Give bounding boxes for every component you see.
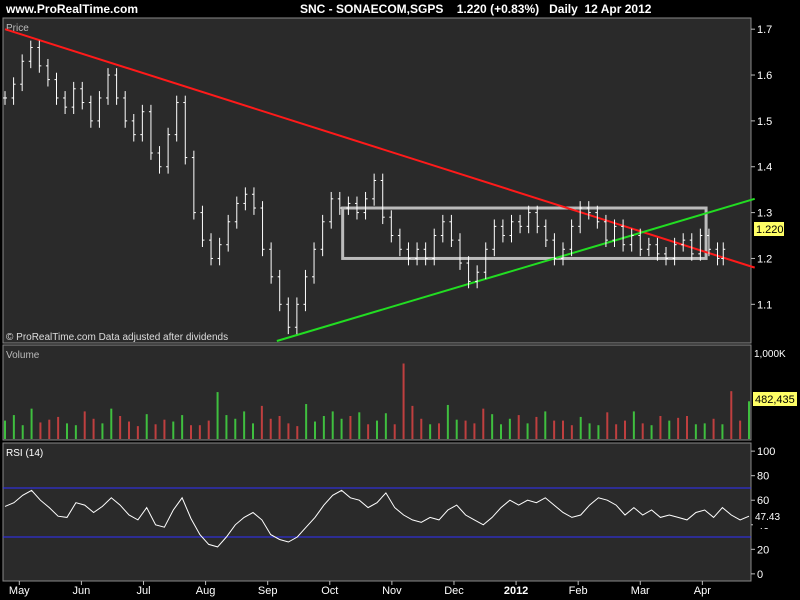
- price-tick-label: 1.7: [757, 24, 772, 36]
- volume-scale-label: 1,000K: [754, 349, 786, 360]
- x-tick-label: Apr: [694, 585, 711, 597]
- price-panel[interactable]: [2, 17, 752, 344]
- price-tick-label: 1.1: [757, 299, 772, 311]
- x-tick-label: Jul: [136, 585, 150, 597]
- rsi-panel-title: RSI (14): [6, 448, 43, 459]
- rsi-tick-label: 0: [757, 569, 763, 581]
- volume-last-label: 482,435: [755, 394, 795, 406]
- x-tick-label: Aug: [196, 585, 216, 597]
- x-tick-label: May: [9, 585, 30, 597]
- rsi-last-label: 47.43: [755, 512, 780, 523]
- price-tick-label: 1.2: [757, 253, 772, 265]
- rsi-tick-label: 100: [757, 446, 775, 458]
- price-tick-label: 1.3: [757, 208, 772, 220]
- volume-panel-title: Volume: [6, 350, 40, 361]
- x-tick-label: Sep: [258, 585, 278, 597]
- price-tick-label: 1.6: [757, 70, 772, 82]
- x-tick-label: Mar: [631, 585, 650, 597]
- chart-area[interactable]: Price © ProRealTime.com Data adjusted af…: [0, 0, 800, 600]
- price-tick-label: 1.4: [757, 162, 772, 174]
- x-tick-label: Dec: [444, 585, 464, 597]
- x-tick-label: Nov: [382, 585, 402, 597]
- x-tick-label: Feb: [569, 585, 588, 597]
- x-tick-label: Oct: [321, 585, 338, 597]
- rsi-tick-label: 80: [757, 471, 769, 483]
- price-footer: © ProRealTime.com Data adjusted after di…: [6, 332, 228, 343]
- x-tick-label: Jun: [73, 585, 91, 597]
- rsi-tick-label: 20: [757, 544, 769, 556]
- x-tick-label: 2012: [504, 585, 528, 597]
- rsi-tick-label: 60: [757, 495, 769, 507]
- price-last-label: 1.220: [756, 224, 784, 236]
- price-tick-label: 1.5: [757, 116, 772, 128]
